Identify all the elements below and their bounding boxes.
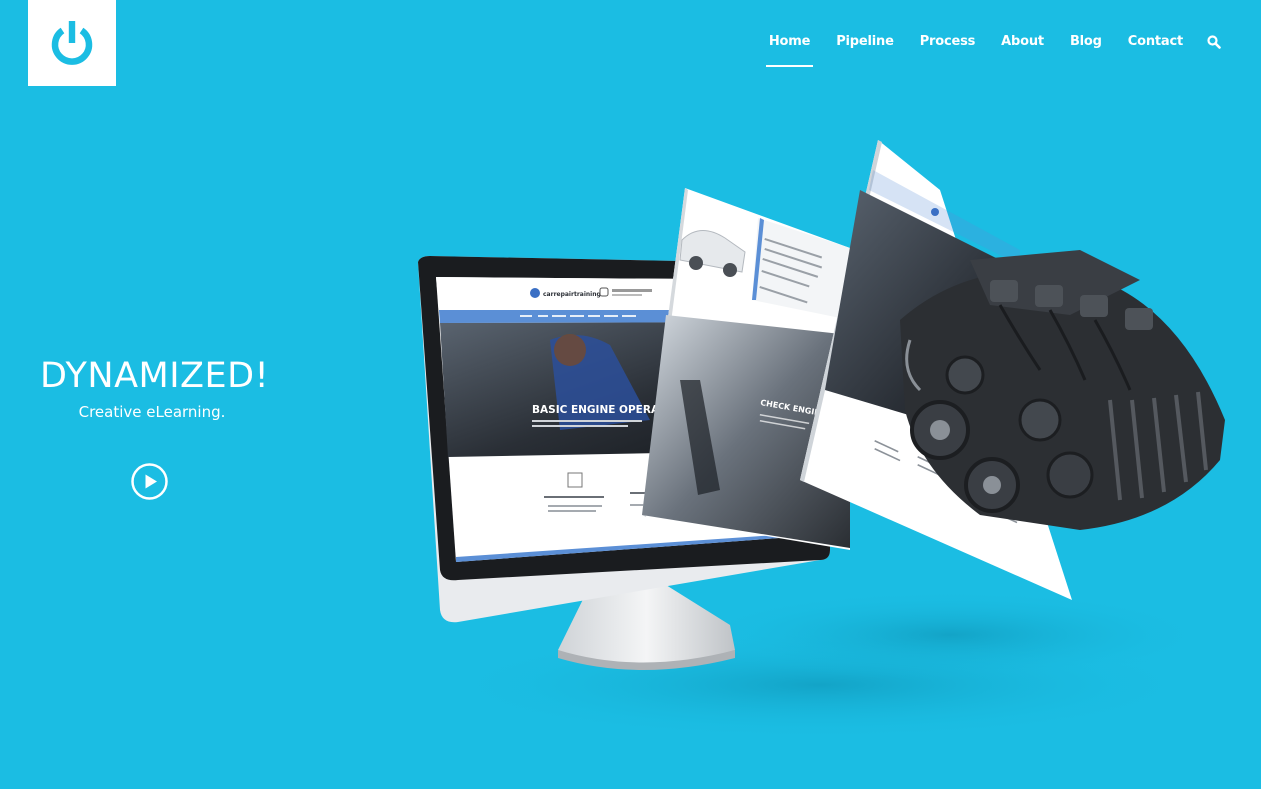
nav-pipeline[interactable]: Pipeline — [836, 31, 894, 67]
hero-subtitle: Creative eLearning. — [78, 403, 226, 421]
nav-process[interactable]: Process — [920, 31, 976, 67]
logo[interactable] — [28, 0, 116, 86]
nav-blog[interactable]: Blog — [1070, 31, 1102, 67]
nav-home[interactable]: Home — [765, 31, 814, 67]
play-button[interactable] — [131, 463, 168, 500]
search-button[interactable] — [1207, 31, 1221, 53]
page: Home Pipeline Process About Blog Contact… — [0, 0, 1261, 792]
nav-contact[interactable]: Contact — [1128, 31, 1183, 67]
hero-title: DYNAMIZED! — [40, 356, 270, 396]
search-icon — [1207, 35, 1221, 49]
power-icon — [51, 21, 93, 65]
main-nav: Home Pipeline Process About Blog Contact — [743, 31, 1221, 67]
nav-about[interactable]: About — [1001, 31, 1044, 67]
hero-illustration: carrepairtraining BASIC ENGINE OPERATION — [418, 140, 1225, 740]
play-icon — [131, 463, 168, 500]
screen-brand-text: carrepairtraining — [543, 291, 601, 298]
